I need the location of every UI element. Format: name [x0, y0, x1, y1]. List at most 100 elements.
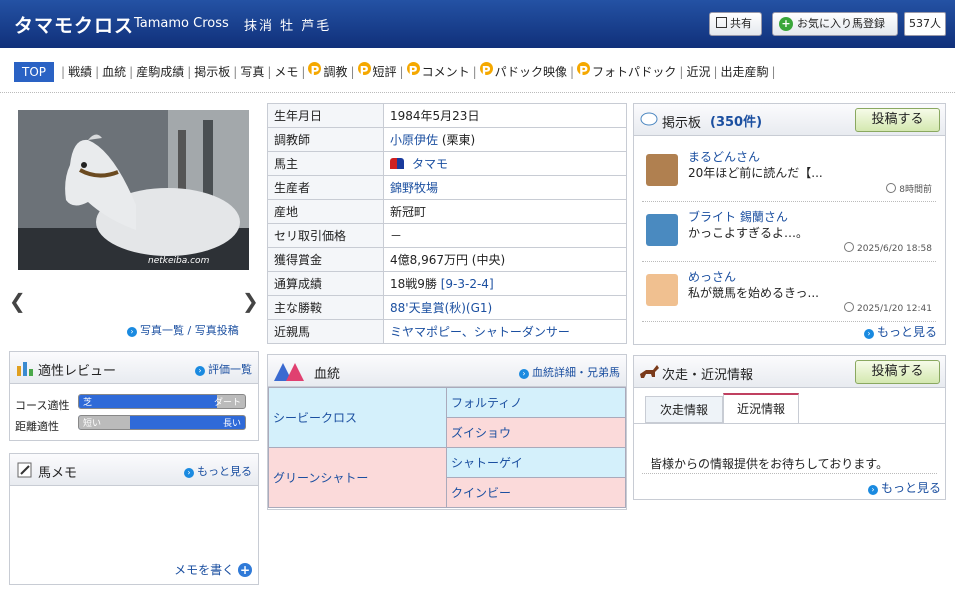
pedigree-detail-link[interactable]: › 血統詳細・兄弟馬 — [519, 364, 620, 380]
board-post-button[interactable]: 投稿する — [855, 108, 940, 132]
profile-text: 4億8,967万円 (中央) — [390, 253, 506, 267]
profile-row: 産地 新冠町 — [267, 199, 627, 224]
message-text[interactable]: 私が競馬を始めるきっ... — [688, 284, 819, 301]
nav-item-4[interactable]: 掲示板 — [194, 65, 230, 79]
message-text[interactable]: かっこよすぎるよ…。 — [688, 224, 808, 241]
board-message[interactable]: ブライト 錫蘭さん かっこよすぎるよ…。 2025/6/20 18:58 — [642, 204, 936, 262]
arrow-icon: › — [184, 468, 194, 478]
nav-item-6[interactable]: メモ — [274, 65, 298, 79]
record-link[interactable]: [9-3-2-4] — [441, 277, 494, 291]
nav-item-9[interactable]: コメント — [422, 65, 470, 79]
favorite-button[interactable]: + お気に入り馬登録 — [772, 12, 898, 36]
profile-value: 新冠町 — [383, 199, 627, 224]
message-text[interactable]: 20年ほど前に読んだ【... — [688, 164, 823, 181]
sire-link[interactable]: シービークロス — [273, 411, 357, 425]
nav-item-13[interactable]: 出走産駒 — [721, 65, 769, 79]
silks-icon — [390, 158, 404, 169]
profile-text: 1984年5月23日 — [390, 109, 480, 123]
memo-more-link[interactable]: › もっと見る — [184, 463, 252, 479]
share-icon — [716, 17, 727, 28]
write-memo-link[interactable]: メモを書く + — [174, 561, 252, 578]
speech-bubble-icon — [640, 112, 658, 126]
dam-link[interactable]: グリーンシャトー — [273, 471, 368, 485]
nav-item-1[interactable]: 戦績 — [68, 65, 92, 79]
profile-link[interactable]: ミヤマポピー、シャトーダンサー — [390, 325, 570, 339]
nav-item-12[interactable]: 近況 — [686, 65, 710, 79]
nav-item-8[interactable]: 短評 — [373, 65, 397, 79]
news-post-button[interactable]: 投稿する — [855, 360, 940, 384]
board-message[interactable]: めっさん 私が競馬を始めるきっ... 2025/1/20 12:41 — [642, 264, 936, 322]
next-photo-arrow[interactable]: ❯ — [242, 289, 259, 313]
clock-icon — [886, 183, 897, 193]
nav-item-3[interactable]: 産駒成績 — [136, 65, 184, 79]
board-header: 掲示板 (350件) 投稿する — [634, 104, 945, 136]
tab-recent-news[interactable]: 近況情報 — [723, 393, 799, 424]
clock-icon — [844, 302, 855, 312]
horse-status: 抹消 牡 芦毛 — [244, 19, 332, 34]
profile-key: 馬主 — [267, 151, 384, 176]
profile-value: ミヤマポピー、シャトーダンサー — [383, 319, 627, 344]
news-more-link[interactable]: › もっと見る — [867, 479, 941, 496]
photo-watermark: netkeiba.com — [148, 256, 210, 266]
profile-link[interactable]: 小原伊佐 — [390, 133, 438, 147]
chart-icon — [17, 362, 33, 376]
news-title: 次走・近況情報 — [662, 368, 754, 383]
tab-next-race[interactable]: 次走情報 — [645, 396, 723, 423]
nav-item-7[interactable]: 調教 — [323, 65, 347, 79]
profile-link[interactable]: 88'天皇賞(秋)(G1) — [390, 301, 492, 315]
prev-photo-arrow[interactable]: ❮ — [9, 289, 26, 313]
dam-dam-link[interactable]: クインビー — [451, 486, 511, 500]
avatar[interactable] — [646, 214, 678, 246]
profile-value: 18戦9勝 [9-3-2-4] — [383, 271, 627, 296]
premium-icon: P — [406, 62, 420, 78]
poster-name[interactable]: まるどんさん — [688, 148, 760, 165]
aptitude-header: 適性レビュー › 評価一覧 — [10, 352, 258, 384]
nav-separator: | — [713, 65, 718, 79]
profile-table: 生年月日 1984年5月23日 調教師 小原伊佐 (栗東) 馬主 タマモ 生産者 錦野牧場 産地… — [267, 103, 627, 344]
nav-item-2[interactable]: 血統 — [102, 65, 126, 79]
avatar[interactable] — [646, 274, 678, 306]
news-header: 次走・近況情報 投稿する — [634, 356, 945, 388]
profile-row: 獲得賞金 4億8,967万円 (中央) — [267, 247, 627, 272]
nav-separator: | — [95, 65, 100, 79]
course-label: コース適性 — [15, 399, 70, 412]
board-more-link[interactable]: › もっと見る — [863, 323, 937, 340]
profile-value: 88'天皇賞(秋)(G1) — [383, 295, 627, 320]
aptitude-title: 適性レビュー — [38, 364, 117, 379]
photo-list-link[interactable]: › 写真一覧 / 写真投稿 — [127, 322, 239, 338]
share-button[interactable]: 共有 — [709, 12, 762, 36]
pedigree-box: 血統 › 血統詳細・兄弟馬 シービークロス フォルティノ ズイショウ グリーンシャト… — [267, 354, 627, 510]
distance-label: 距離適性 — [15, 420, 59, 433]
profile-value: 1984年5月23日 — [383, 103, 627, 128]
nav-item-5[interactable]: 写真 — [240, 65, 264, 79]
board-message[interactable]: まるどんさん 20年ほど前に読んだ【... 8時間前 — [642, 144, 936, 202]
review-list-link[interactable]: › 評価一覧 — [195, 361, 252, 377]
profile-text: 新冠町 — [390, 205, 427, 219]
nav-separator: | — [267, 65, 272, 79]
sire-dam-link[interactable]: ズイショウ — [451, 426, 511, 440]
avatar[interactable] — [646, 154, 678, 186]
nav-separator: | — [570, 65, 575, 79]
memo-title: 馬メモ — [38, 466, 78, 481]
nav-item-10[interactable]: パドック映像 — [495, 65, 567, 79]
profile-value: タマモ — [383, 151, 627, 176]
nav-separator: | — [301, 65, 306, 79]
nav-item-0[interactable]: TOP — [14, 62, 55, 82]
profile-key: 主な勝鞍 — [267, 295, 384, 320]
poster-name[interactable]: ブライト 錫蘭さん — [688, 208, 788, 225]
stable-text: (栗東) — [438, 133, 476, 147]
profile-row: 生年月日 1984年5月23日 — [267, 103, 627, 128]
horse-photo[interactable]: netkeiba.com — [18, 110, 249, 270]
profile-link[interactable]: 錦野牧場 — [390, 181, 438, 195]
sire-sire-link[interactable]: フォルティノ — [451, 396, 522, 410]
dam-sire-link[interactable]: シャトーゲイ — [451, 456, 523, 470]
horse-name: タマモクロス — [14, 15, 135, 37]
profile-row: 主な勝鞍 88'天皇賞(秋)(G1) — [267, 295, 627, 320]
distance-bar: 短い 長い — [78, 415, 246, 430]
nav-item-11[interactable]: フォトパドック — [592, 65, 676, 79]
profile-key: セリ取引価格 — [267, 223, 384, 248]
nav-separator: | — [187, 65, 192, 79]
profile-link[interactable]: タマモ — [412, 157, 448, 171]
horse-name-en: Tamamo Cross — [134, 16, 229, 31]
poster-name[interactable]: めっさん — [688, 268, 736, 285]
